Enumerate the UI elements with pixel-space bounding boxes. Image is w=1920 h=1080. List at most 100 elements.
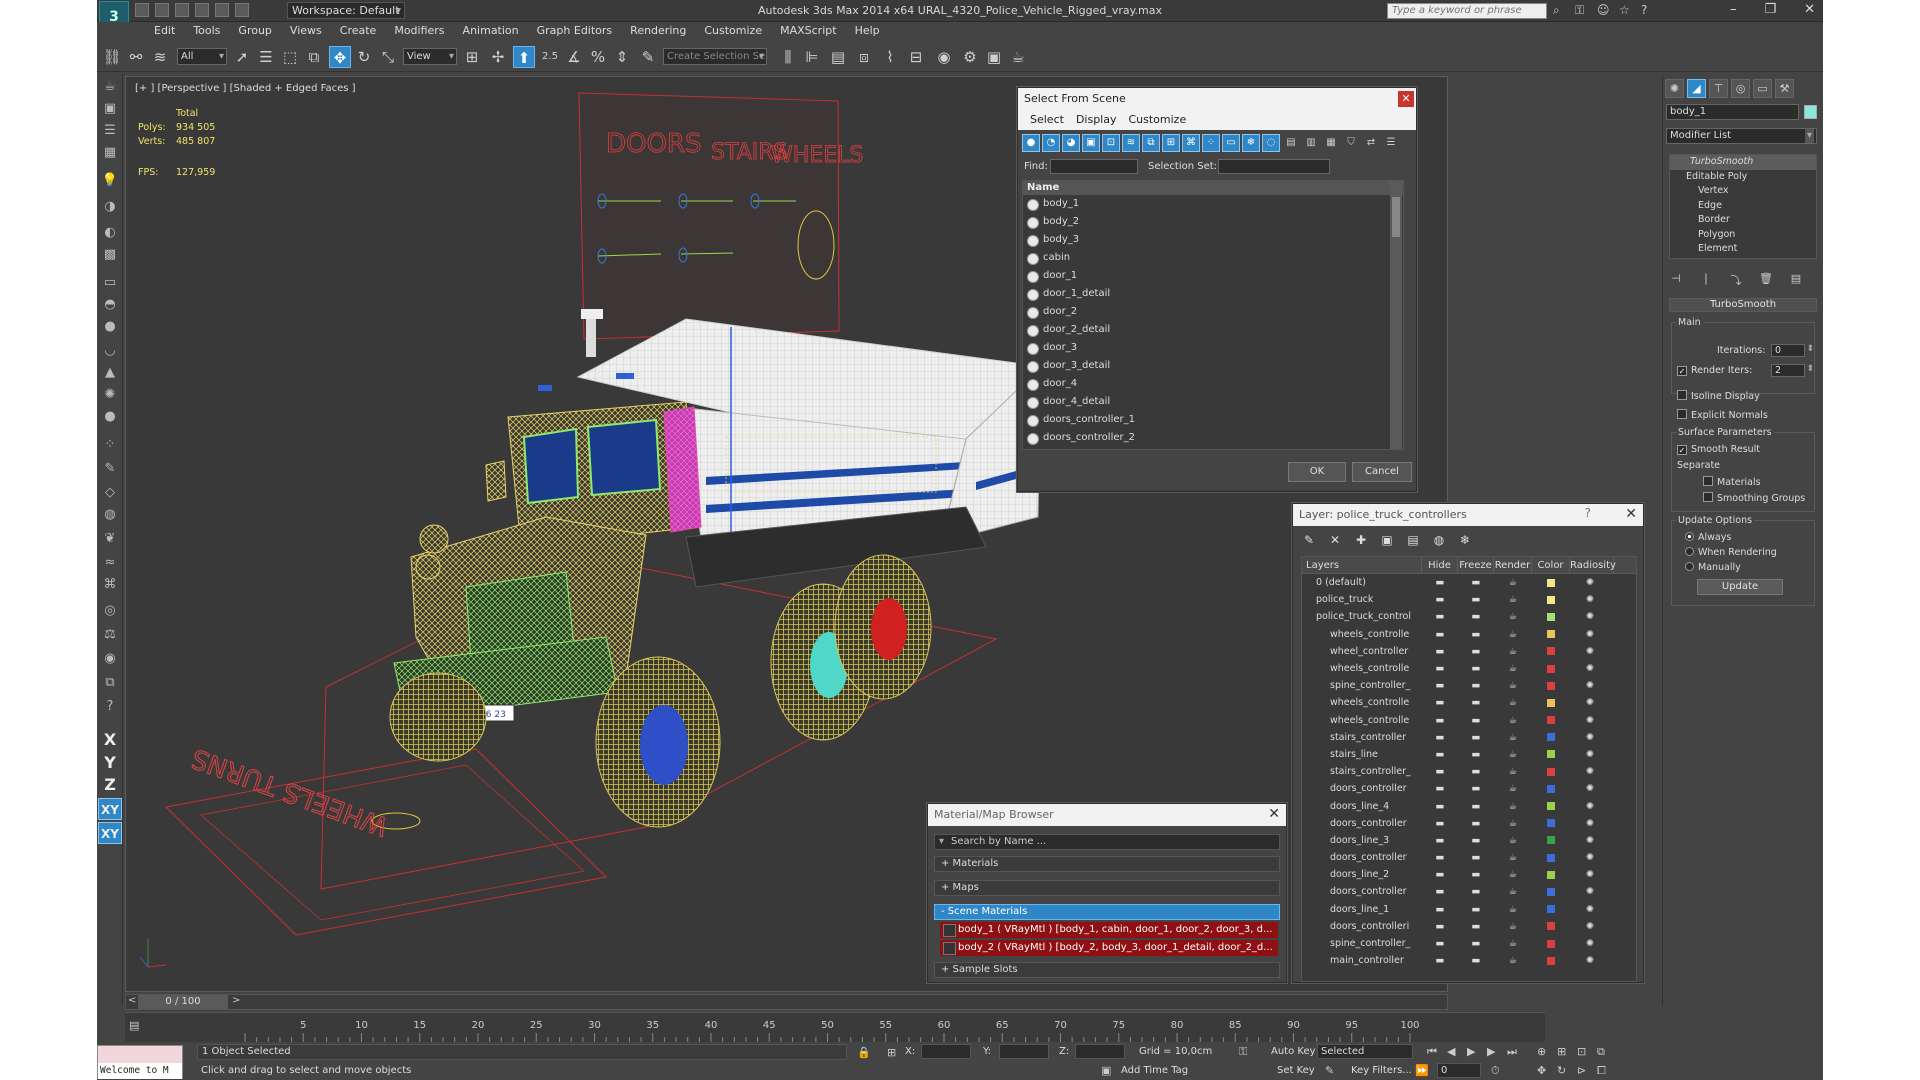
track-bar[interactable]: ▤ 5 10 15 20 25 30 35 40 45 50 55 60 65 70 75 80 85 90 95 1…	[125, 1012, 1545, 1042]
display-all-icon[interactable]: ▤	[1282, 134, 1300, 152]
layer-name[interactable]: stairs_controller_	[1302, 766, 1422, 777]
percent-snap-icon[interactable]: %	[587, 46, 609, 68]
add-time-tag[interactable]: Add Time Tag	[1121, 1065, 1188, 1076]
layer-name[interactable]: police_truck_control	[1302, 611, 1422, 622]
when-rendering-radio[interactable]	[1685, 547, 1694, 556]
plant-icon[interactable]: ❦	[101, 530, 119, 548]
teapot-icon[interactable]: ☕	[101, 78, 119, 96]
schematic-view-icon[interactable]: ⊟	[905, 46, 927, 68]
pivot-center-icon[interactable]: ⊞	[461, 46, 483, 68]
layer-render-toggle[interactable]: ☕	[1494, 938, 1532, 949]
list-icon[interactable]: ☰	[101, 122, 119, 140]
particle-filter-icon[interactable]: ⁘	[1202, 134, 1220, 152]
layer-radiosity-icon[interactable]: ✺	[1570, 886, 1610, 897]
blue-sphere-icon[interactable]: ◉	[101, 650, 119, 668]
layer-hide-toggle[interactable]: ▬	[1422, 955, 1458, 966]
time-slider[interactable]: < 0 / 100 >	[125, 994, 1448, 1010]
col-color[interactable]: Color	[1532, 557, 1570, 573]
selection-filter-dropdown[interactable]: All	[177, 48, 227, 65]
layer-color-swatch[interactable]	[1532, 870, 1570, 879]
layer-freeze-toggle[interactable]: ▬	[1458, 938, 1494, 949]
hidden-filter-icon[interactable]: ◌	[1262, 134, 1280, 152]
layer-freeze-toggle[interactable]: ▬	[1458, 852, 1494, 863]
stack-border[interactable]: Border	[1670, 213, 1816, 228]
layer-color-swatch[interactable]	[1532, 853, 1570, 862]
layer-render-toggle[interactable]: ☕	[1494, 749, 1532, 760]
restore-icon[interactable]: ❐	[1764, 2, 1776, 17]
current-frame-field[interactable]: 0	[1437, 1063, 1481, 1078]
layer-freeze-toggle[interactable]: ▬	[1458, 732, 1494, 743]
menu-tools[interactable]: Tools	[184, 22, 229, 40]
mirror-icon[interactable]: ⫼	[777, 46, 799, 68]
utilities-tab-icon[interactable]: ⚒	[1775, 79, 1794, 98]
layer-name[interactable]: wheels_controlle	[1302, 629, 1422, 640]
maps-section[interactable]: + Maps	[934, 880, 1280, 896]
menu-modifiers[interactable]: Modifiers	[385, 22, 453, 40]
freeze-all-icon[interactable]: ❄	[1457, 532, 1473, 548]
layer-color-swatch[interactable]	[1532, 698, 1570, 707]
layer-hide-toggle[interactable]: ▬	[1422, 749, 1458, 760]
layer-close-icon[interactable]: ✕	[1625, 506, 1637, 522]
layer-row[interactable]: wheels_controlle ▬ ▬ ☕ ✺	[1302, 660, 1636, 677]
layer-hide-toggle[interactable]: ▬	[1422, 732, 1458, 743]
go-to-start-icon[interactable]: ⏮	[1427, 1045, 1437, 1059]
render-production-icon[interactable]: ☕	[1007, 46, 1029, 68]
layer-row[interactable]: stairs_controller ▬ ▬ ☕ ✺	[1302, 729, 1636, 746]
list-item[interactable]: door_3	[1023, 339, 1403, 357]
binoculars-icon[interactable]: ⌕	[1553, 3, 1567, 17]
layer-radiosity-icon[interactable]: ✺	[1570, 938, 1610, 949]
layer-hide-toggle[interactable]: ▬	[1422, 715, 1458, 726]
material-search-input[interactable]: Search by Name ...	[934, 834, 1280, 850]
y-coordinate-field[interactable]	[999, 1044, 1049, 1059]
render-iters-spinner[interactable]: 2	[1771, 364, 1814, 377]
layer-render-toggle[interactable]: ☕	[1494, 611, 1532, 622]
layer-render-toggle[interactable]: ☕	[1494, 835, 1532, 846]
layer-name[interactable]: wheel_controller	[1302, 646, 1422, 657]
select-from-scene-close-icon[interactable]: ✕	[1398, 91, 1414, 107]
layer-hide-toggle[interactable]: ▬	[1422, 904, 1458, 915]
pin-stack-icon[interactable]: ⊣	[1669, 272, 1683, 286]
layer-name[interactable]: doors_line_3	[1302, 835, 1422, 846]
layer-hide-toggle[interactable]: ▬	[1422, 629, 1458, 640]
light-bulb-icon[interactable]: 💡	[101, 172, 119, 190]
layer-radiosity-icon[interactable]: ✺	[1570, 783, 1610, 794]
layer-radiosity-icon[interactable]: ✺	[1570, 697, 1610, 708]
menu-group[interactable]: Group	[229, 22, 281, 40]
help-search-input[interactable]: Type a keyword or phrase	[1387, 3, 1547, 19]
always-radio[interactable]	[1685, 532, 1694, 541]
layer-hide-toggle[interactable]: ▬	[1422, 938, 1458, 949]
layer-row[interactable]: wheels_controlle ▬ ▬ ☕ ✺	[1302, 626, 1636, 643]
layer-radiosity-icon[interactable]: ✺	[1570, 904, 1610, 915]
layer-color-swatch[interactable]	[1532, 681, 1570, 690]
layer-name[interactable]: wheels_controlle	[1302, 663, 1422, 674]
iterations-spinner[interactable]: 0	[1771, 344, 1814, 357]
materials-section[interactable]: + Materials	[934, 856, 1280, 872]
layer-color-swatch[interactable]	[1532, 750, 1570, 759]
select-manipulate-icon[interactable]: ✢	[487, 46, 509, 68]
layer-radiosity-icon[interactable]: ✺	[1570, 646, 1610, 657]
bind-spacewarp-icon[interactable]: ≋	[149, 46, 171, 68]
object-list-scrollbar[interactable]	[1390, 181, 1402, 449]
show-end-result-icon[interactable]: ❘	[1699, 272, 1713, 286]
layer-freeze-toggle[interactable]: ▬	[1458, 886, 1494, 897]
keyboard-shortcut-override-icon[interactable]: ⬆	[513, 46, 535, 68]
layer-row[interactable]: wheel_controller ▬ ▬ ☕ ✺	[1302, 643, 1636, 660]
layer-radiosity-icon[interactable]: ✺	[1570, 921, 1610, 932]
list-item[interactable]: door_1	[1023, 267, 1403, 285]
layer-radiosity-icon[interactable]: ✺	[1570, 869, 1610, 880]
layer-row[interactable]: doors_line_2 ▬ ▬ ☕ ✺	[1302, 866, 1636, 883]
sync-selection-icon[interactable]: ⇄	[1362, 134, 1380, 152]
layer-render-toggle[interactable]: ☕	[1494, 594, 1532, 605]
turbosmooth-rollout-header[interactable]: TurboSmooth	[1669, 298, 1817, 312]
layer-color-swatch[interactable]	[1532, 595, 1570, 604]
layer-hide-toggle[interactable]: ▬	[1422, 921, 1458, 932]
select-by-name-icon[interactable]: ☰	[255, 46, 277, 68]
col-freeze[interactable]: Freeze	[1458, 557, 1494, 573]
layer-hide-toggle[interactable]: ▬	[1422, 766, 1458, 777]
layer-name[interactable]: doors_controlleri	[1302, 921, 1422, 932]
layer-freeze-toggle[interactable]: ▬	[1458, 955, 1494, 966]
layer-freeze-toggle[interactable]: ▬	[1458, 749, 1494, 760]
layer-row[interactable]: doors_controller ▬ ▬ ☕ ✺	[1302, 849, 1636, 866]
user-icon[interactable]: ☺	[1597, 3, 1611, 17]
layer-hide-toggle[interactable]: ▬	[1422, 869, 1458, 880]
